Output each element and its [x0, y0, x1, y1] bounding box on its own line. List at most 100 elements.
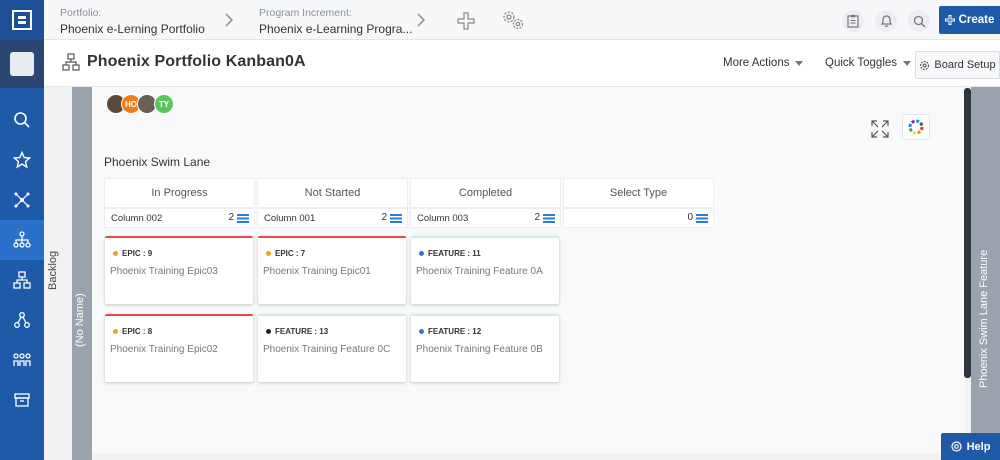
chevron-right-icon: [417, 13, 425, 27]
breadcrumb-label: Program Increment:: [259, 7, 352, 19]
column-count: 0: [687, 212, 693, 223]
user-avatar[interactable]: [0, 40, 44, 88]
notifications-button[interactable]: [875, 10, 897, 32]
avatar[interactable]: TY: [154, 94, 174, 114]
breadcrumb-value: Phoenix e-Lerning Portfolio: [60, 22, 205, 36]
status-dot: [419, 251, 424, 256]
column-header-in-progress[interactable]: In Progress: [104, 178, 255, 208]
card-type-label: FEATURE : 12: [428, 327, 482, 336]
nav-org-chart[interactable]: [0, 260, 44, 300]
lane-header-left[interactable]: [72, 87, 92, 460]
nav-archive[interactable]: [0, 380, 44, 420]
nav-network[interactable]: [0, 180, 44, 220]
card-title: Phoenix Training Feature 0C: [263, 344, 391, 355]
search-button[interactable]: [908, 10, 930, 32]
expand-button[interactable]: [866, 116, 894, 142]
nav-search[interactable]: [0, 100, 44, 140]
page-title: Phoenix Portfolio Kanban0A: [87, 53, 306, 70]
column-subheader: Column 001 2: [257, 208, 408, 228]
board-setup-button[interactable]: Board Setup: [915, 51, 1000, 79]
vertical-scrollbar[interactable]: [964, 88, 971, 378]
teams-icon: [13, 353, 31, 366]
kanban-card[interactable]: EPIC : 8 Phoenix Training Epic02: [105, 314, 253, 382]
help-button[interactable]: Help: [941, 433, 1000, 460]
top-header: Portfolio: Phoenix e-Lerning Portfolio P…: [44, 0, 1000, 40]
column-header-completed[interactable]: Completed: [410, 178, 561, 208]
column-count: 2: [534, 212, 540, 223]
color-wheel-button[interactable]: [902, 114, 930, 140]
column-count: 2: [228, 212, 234, 223]
column-subheader: Column 002 2: [104, 208, 255, 228]
card-type-label: FEATURE : 11: [428, 249, 481, 258]
lane-name-label: (No Name): [74, 293, 86, 347]
card-type: FEATURE : 13: [266, 327, 328, 336]
card-type: EPIC : 8: [113, 327, 152, 336]
breadcrumb-value: Phoenix e-Learning Progra...: [259, 22, 413, 36]
card-type-label: FEATURE : 13: [275, 327, 329, 336]
card-type-label: EPIC : 9: [122, 249, 153, 258]
column-name: Column 001: [264, 213, 316, 224]
help-label: Help: [966, 440, 991, 453]
nav-favorites[interactable]: [0, 140, 44, 180]
status-dot: [419, 329, 424, 334]
status-dot: [113, 251, 118, 256]
star-icon: [13, 151, 31, 169]
more-actions-dropdown[interactable]: More Actions: [723, 57, 804, 69]
card-type: FEATURE : 12: [419, 327, 481, 336]
column-name: Column 003: [417, 213, 469, 224]
caret-down-icon: [795, 60, 804, 66]
quick-toggles-label: Quick Toggles: [825, 57, 898, 69]
card-title: Phoenix Training Feature 0B: [416, 344, 543, 355]
search-icon: [14, 112, 30, 128]
nav-tree[interactable]: [0, 300, 44, 340]
breadcrumb-portfolio[interactable]: Portfolio: Phoenix e-Lerning Portfolio: [60, 7, 205, 36]
logo-icon: [12, 10, 32, 30]
board-setup-label: Board Setup: [934, 59, 996, 71]
list-menu-icon[interactable]: [696, 214, 708, 223]
tree-icon: [14, 312, 30, 328]
card-type: EPIC : 9: [113, 249, 152, 258]
right-lane-label: Phoenix Swim Lane Feature: [978, 249, 990, 388]
column-header-not-started[interactable]: Not Started: [257, 178, 408, 208]
quick-toggles-dropdown[interactable]: Quick Toggles: [825, 57, 912, 69]
create-label: Create: [958, 14, 995, 26]
kanban-card[interactable]: FEATURE : 13 Phoenix Training Feature 0C: [258, 314, 406, 382]
status-dot: [113, 329, 118, 334]
nav-hierarchy[interactable]: [0, 220, 44, 260]
kanban-card[interactable]: FEATURE : 11 Phoenix Training Feature 0A: [411, 236, 559, 304]
card-title: Phoenix Training Feature 0A: [416, 266, 543, 277]
column-name: Column 002: [111, 213, 163, 224]
color-wheel-icon: [908, 119, 924, 135]
app-logo[interactable]: [0, 0, 44, 40]
help-icon: [950, 441, 962, 452]
kanban-card[interactable]: EPIC : 9 Phoenix Training Epic03: [105, 236, 253, 304]
card-title: Phoenix Training Epic01: [263, 266, 371, 277]
list-menu-icon[interactable]: [390, 214, 402, 223]
plus-icon: [944, 15, 955, 25]
card-title: Phoenix Training Epic03: [110, 266, 218, 277]
nav-teams[interactable]: [0, 340, 44, 380]
backlog-label[interactable]: Backlog: [47, 251, 59, 290]
clipboard-icon: [847, 14, 859, 28]
column-header-select-type[interactable]: Select Type: [563, 178, 714, 208]
breadcrumb-program-increment[interactable]: Program Increment: Phoenix e-Learning Pr…: [259, 7, 412, 36]
clipboard-button[interactable]: [842, 10, 864, 32]
settings-gears-icon[interactable]: [500, 8, 526, 32]
expand-icon: [871, 120, 889, 138]
column-subheader: 0: [563, 208, 714, 228]
bell-icon: [880, 15, 892, 28]
list-menu-icon[interactable]: [237, 214, 249, 223]
status-dot: [266, 251, 271, 256]
kanban-card[interactable]: FEATURE : 12 Phoenix Training Feature 0B: [411, 314, 559, 382]
list-menu-icon[interactable]: [543, 214, 555, 223]
org-chart-icon: [13, 271, 31, 289]
network-icon: [14, 192, 30, 208]
hierarchy-icon: [13, 231, 31, 248]
chevron-right-icon: [225, 13, 233, 27]
create-button[interactable]: Create: [939, 6, 1000, 34]
status-dot: [266, 329, 271, 334]
board-titlebar: Phoenix Portfolio Kanban0A More Actions …: [44, 41, 1000, 87]
card-type-label: EPIC : 7: [275, 249, 306, 258]
kanban-card[interactable]: EPIC : 7 Phoenix Training Epic01: [258, 236, 406, 304]
add-icon[interactable]: [457, 12, 475, 30]
